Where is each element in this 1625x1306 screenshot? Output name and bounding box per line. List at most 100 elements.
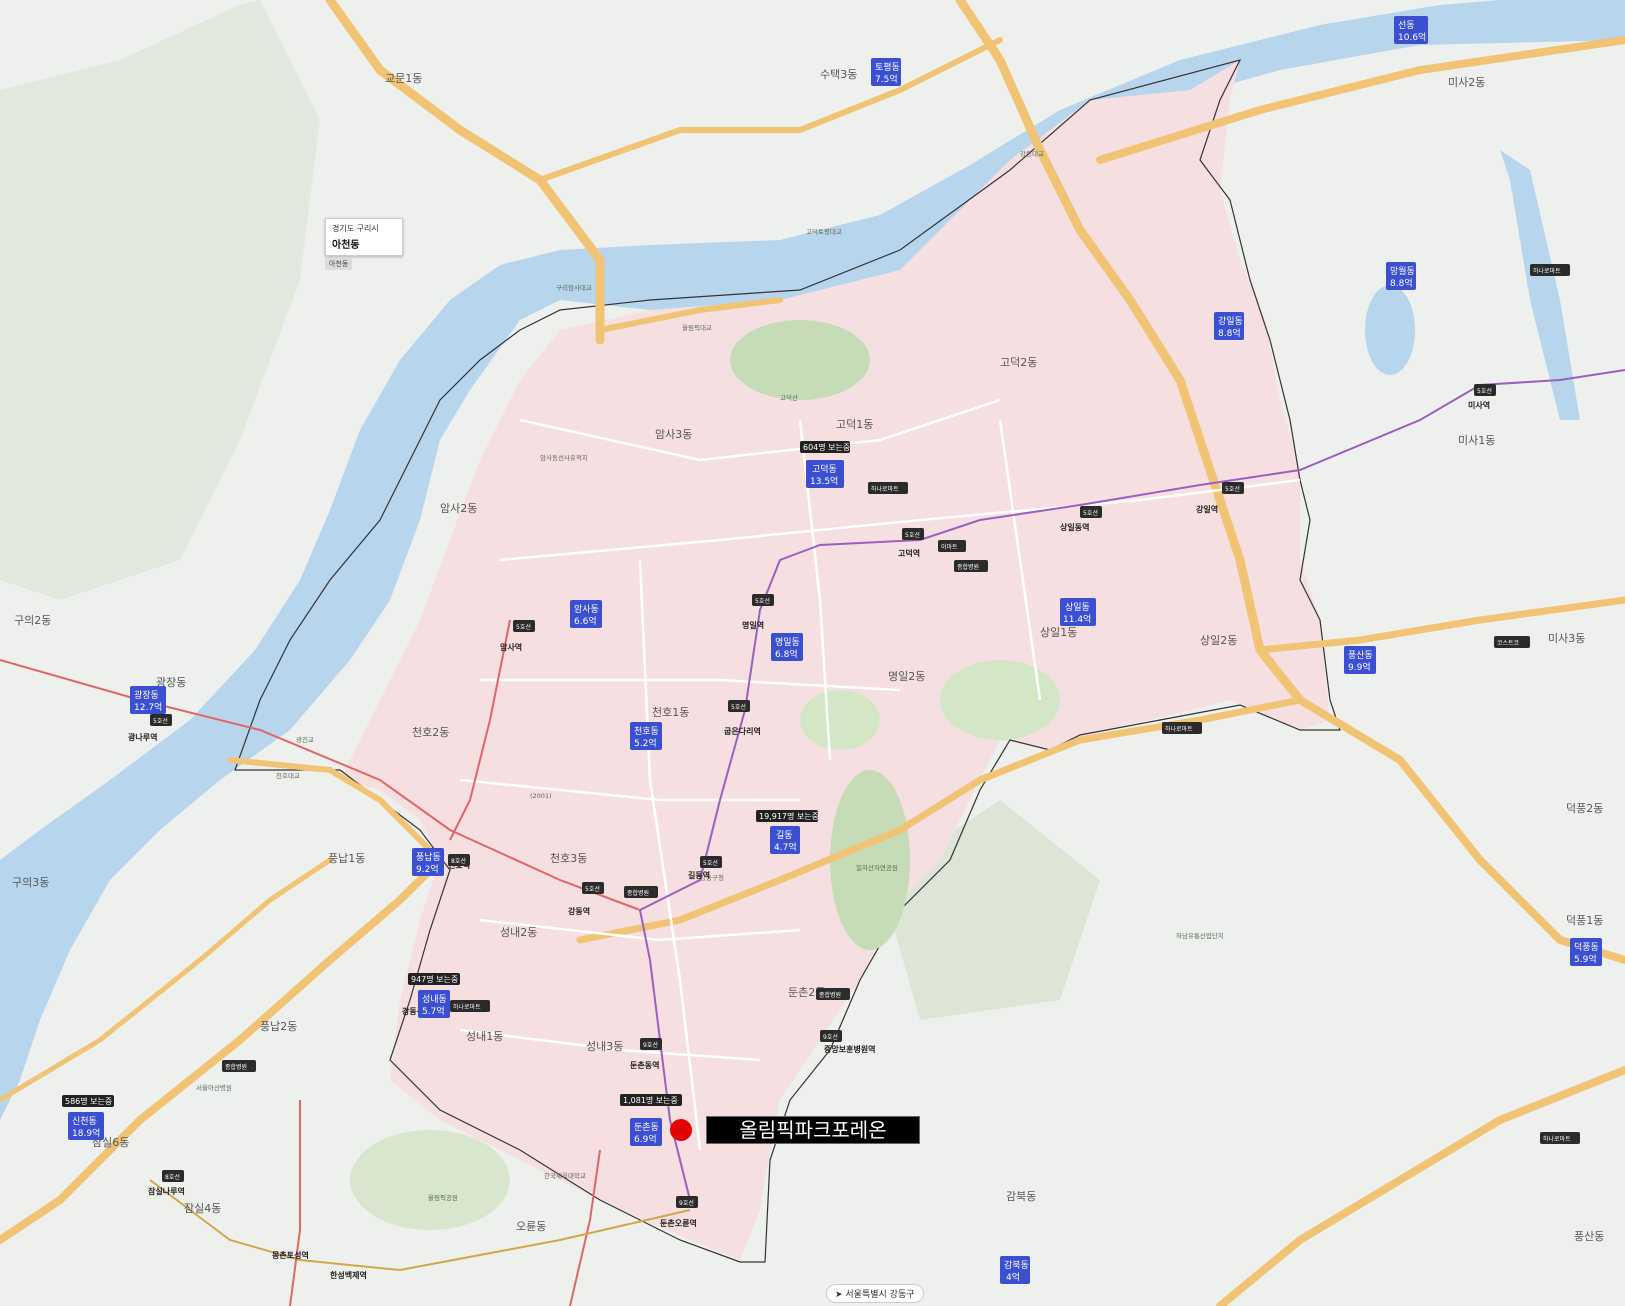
svg-text:9호선: 9호선	[643, 1041, 658, 1049]
metro-pin[interactable]: 5호선	[582, 882, 604, 894]
svg-text:5호선: 5호선	[905, 531, 920, 539]
price-badge[interactable]: 덕풍동5.9억	[1570, 938, 1602, 966]
mart-pin[interactable]: 하나로마트	[1162, 722, 1202, 734]
area-info-card[interactable]: 경기도 구리시 아천동	[325, 218, 403, 256]
mart-pin[interactable]: 이마트	[938, 540, 966, 552]
svg-text:이마트: 이마트	[941, 543, 958, 551]
svg-text:10.6억: 10.6억	[1398, 31, 1426, 43]
poi-label: 광진교	[296, 735, 314, 744]
price-badge[interactable]: 감북동4억	[1000, 1256, 1030, 1284]
metro-pin[interactable]: 5호선	[728, 700, 750, 712]
poi-label: 천호대교	[276, 771, 300, 780]
svg-text:12.7억: 12.7억	[134, 701, 162, 713]
svg-text:종합병원: 종합병원	[627, 889, 649, 897]
metro-pin[interactable]: 5호선	[1080, 506, 1102, 518]
metro-pin[interactable]: 5호선	[1474, 384, 1496, 396]
price-badge[interactable]: 토평동7.5억	[871, 58, 901, 86]
poi-label: 일자산자연공원	[856, 863, 898, 872]
svg-text:5호선: 5호선	[703, 859, 718, 867]
map-canvas[interactable]: 교문1동 수택3동 암사3동 암사2동 고덕1동 고덕2동 상일1동 상일2동 …	[0, 0, 1625, 1306]
price-badge[interactable]: 선동10.6억	[1394, 16, 1428, 44]
hospital-pin[interactable]: 종합병원	[222, 1060, 256, 1072]
poi-label: 암사동선사유적지	[540, 453, 588, 462]
svg-text:하나로마트: 하나로마트	[453, 1003, 481, 1011]
metro-pin[interactable]: 5호선	[752, 594, 774, 606]
poi-label: (2001)	[530, 792, 552, 800]
dong-label: 덕풍1동	[1566, 914, 1603, 927]
station-label: 강일역	[1196, 504, 1218, 514]
dong-label: 수택3동	[820, 68, 857, 81]
svg-text:5호선: 5호선	[731, 703, 746, 711]
mart-pin[interactable]: 코스트코	[1494, 636, 1530, 648]
info-card-name: 아천동	[332, 240, 360, 251]
dong-label: 암사3동	[655, 428, 692, 441]
station-label: 고덕역	[898, 548, 920, 558]
metro-pin[interactable]: 5호선	[513, 620, 535, 632]
svg-text:5호선: 5호선	[516, 623, 531, 631]
station-label: 상일동역	[1060, 522, 1089, 532]
mart-pin[interactable]: 하나로마트	[1540, 1132, 1580, 1144]
price-badge[interactable]: 신천동18.9억	[68, 1112, 104, 1140]
mart-pin[interactable]: 하나로마트	[1530, 264, 1570, 276]
station-label: 명일역	[742, 620, 764, 630]
metro-pin[interactable]: 5호선	[150, 714, 172, 726]
price-badge[interactable]: 둔촌동6.9억	[630, 1118, 662, 1146]
station-label: 굽은다리역	[724, 726, 761, 736]
svg-text:586명 보는중: 586명 보는중	[65, 1096, 112, 1106]
station-label: 광나루역	[128, 732, 157, 742]
mart-pin[interactable]: 하나로마트	[868, 482, 908, 494]
viewer-tag: 947명 보는중	[408, 973, 460, 985]
metro-pin[interactable]: 8호선	[448, 854, 470, 866]
current-location-text: 서울특별시 강동구	[845, 1290, 915, 1300]
metro-pin[interactable]: 9호선	[676, 1196, 698, 1208]
price-badge[interactable]: 망월동8.8억	[1386, 262, 1416, 290]
svg-text:성내동: 성내동	[422, 994, 447, 1005]
target-location-label: 올림픽파크포레온	[706, 1116, 920, 1144]
svg-text:천호동: 천호동	[634, 726, 659, 737]
mart-pin[interactable]: 하나로마트	[450, 1000, 490, 1012]
svg-text:9호선: 9호선	[679, 1199, 694, 1207]
price-badge[interactable]: 성내동5.7억	[418, 990, 450, 1018]
metro-pin[interactable]: 5호선	[700, 856, 722, 868]
svg-text:종합병원: 종합병원	[957, 563, 979, 571]
metro-pin[interactable]: 5호선	[902, 528, 924, 540]
price-badge[interactable]: 풍산동9.9억	[1344, 646, 1376, 674]
metro-pin[interactable]: 8호선	[162, 1170, 184, 1182]
svg-text:덕풍동: 덕풍동	[1574, 942, 1599, 953]
svg-text:5호선: 5호선	[1225, 485, 1240, 493]
station-label: 몽촌토성역	[272, 1250, 309, 1260]
hospital-pin[interactable]: 종합병원	[954, 560, 988, 572]
poi-label: 하남유통산업단지	[1176, 931, 1224, 940]
metro-pin[interactable]: 9호선	[820, 1030, 842, 1042]
poi-label: 한국체육대학교	[544, 1171, 586, 1180]
svg-text:1,081명 보는중: 1,081명 보는중	[623, 1095, 678, 1105]
current-location-bar[interactable]: ➤ 서울특별시 강동구	[826, 1284, 924, 1303]
svg-text:8.8억: 8.8억	[1390, 277, 1413, 289]
dong-label: 고덕2동	[1000, 356, 1037, 369]
price-badge[interactable]: 길동4.7억	[770, 826, 800, 854]
price-badge[interactable]: 풍납동9.2억	[412, 848, 444, 876]
svg-text:망월동: 망월동	[1390, 265, 1415, 277]
price-badge[interactable]: 명일동6.8억	[771, 633, 803, 661]
dong-label: 구의2동	[14, 614, 51, 627]
price-badge[interactable]: 상일동11.4억	[1060, 598, 1096, 626]
hospital-pin[interactable]: 종합병원	[816, 988, 850, 1000]
metro-pin[interactable]: 5호선	[1222, 482, 1244, 494]
svg-text:8.8억: 8.8억	[1218, 327, 1241, 339]
hospital-pin[interactable]: 종합병원	[624, 886, 658, 898]
target-location-marker[interactable]	[670, 1119, 692, 1141]
svg-text:4억: 4억	[1006, 1271, 1020, 1283]
dong-label: 명일2동	[888, 669, 925, 683]
price-badge[interactable]: 광장동12.7억	[130, 686, 166, 714]
svg-text:상일동: 상일동	[1065, 602, 1090, 613]
svg-text:종합병원: 종합병원	[225, 1063, 247, 1071]
price-badge[interactable]: 강일동8.8억	[1214, 312, 1244, 340]
price-badge[interactable]: 고덕동13.5억	[806, 460, 844, 488]
price-badge[interactable]: 암사동6.6억	[570, 600, 602, 628]
dong-label: 풍납2동	[260, 1020, 297, 1033]
dong-label: 잠실4동	[184, 1202, 221, 1215]
metro-pin[interactable]: 9호선	[640, 1038, 662, 1050]
price-badge[interactable]: 천호동5.2억	[630, 722, 662, 750]
info-card-region: 경기도 구리시	[332, 224, 379, 233]
svg-text:명일동: 명일동	[775, 637, 800, 648]
